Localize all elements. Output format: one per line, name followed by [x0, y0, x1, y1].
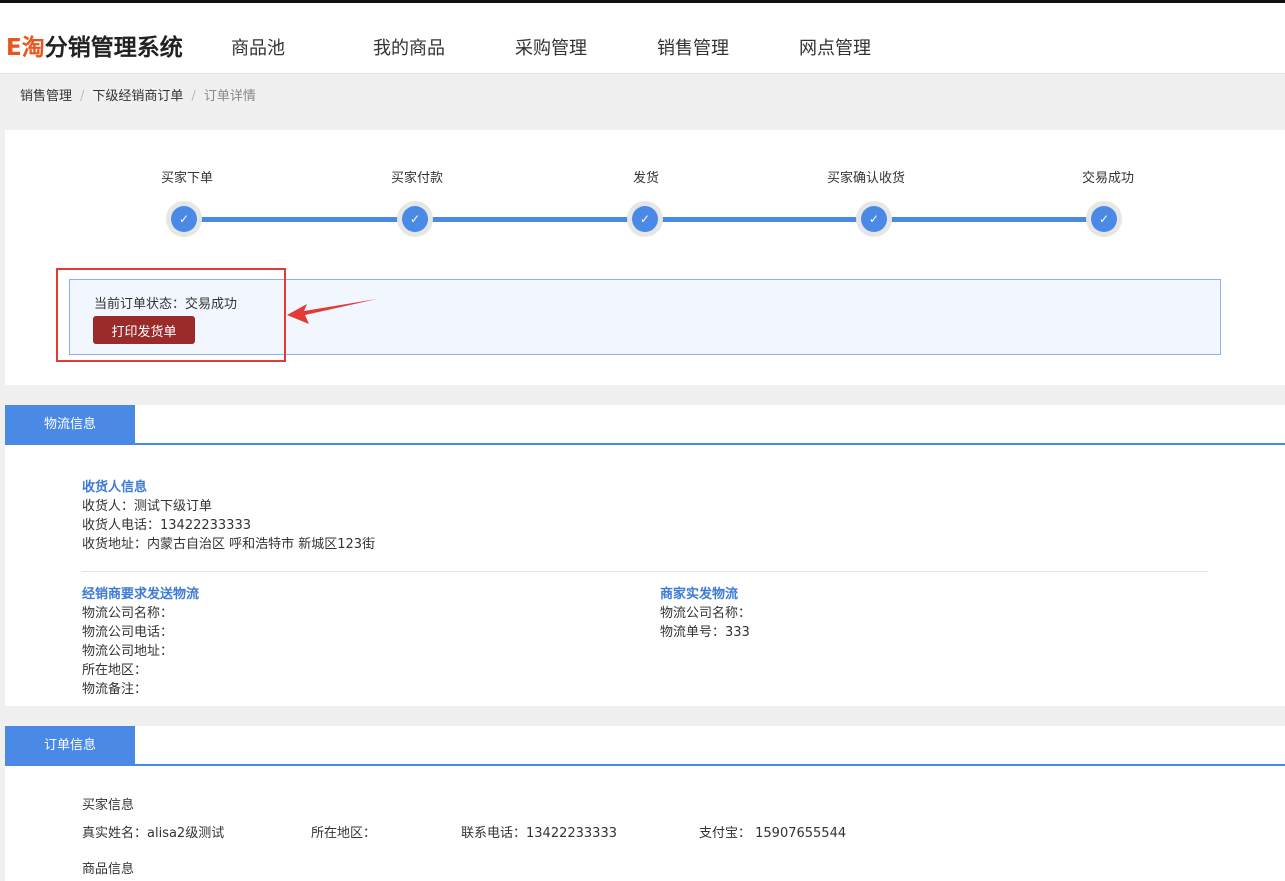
receiver-phone: 收货人电话：13422233333 — [82, 518, 251, 533]
nav-item-my-products[interactable]: 我的商品 — [373, 34, 445, 60]
order-info-panel: 订单信息 买家信息 真实姓名：alisa2级测试 所在地区： 联系电话：1342… — [5, 726, 1285, 881]
step-dot-paid: ✓ — [397, 201, 433, 237]
order-progress-panel: 买家下单 买家付款 发货 买家确认收货 交易成功 ✓ ✓ ✓ ✓ ✓ 当前订单状… — [5, 130, 1285, 385]
breadcrumb-sub-orders[interactable]: 下级经销商订单 — [92, 89, 183, 104]
nav-item-outlets[interactable]: 网点管理 — [799, 34, 871, 60]
check-icon: ✓ — [1091, 206, 1117, 232]
logistics-panel: 物流信息 收货人信息 收货人：测试下级订单 收货人电话：13422233333 … — [5, 405, 1285, 706]
dealer-logistics-region: 所在地区： — [82, 663, 148, 678]
buyer-real-name: 真实姓名：alisa2级测试 — [82, 826, 225, 841]
tab-logistics[interactable]: 物流信息 — [5, 405, 135, 445]
dealer-logistics-company-phone: 物流公司电话： — [82, 625, 174, 640]
breadcrumb-current: 订单详情 — [203, 89, 256, 104]
nav-item-product-pool[interactable]: 商品池 — [231, 34, 285, 60]
buyer-alipay: 支付宝： 15907655544 — [699, 826, 847, 841]
receiver-address: 收货地址：内蒙古自治区 呼和浩特市 新城区123街 — [82, 537, 376, 552]
step-label-order-placed: 买家下单 — [160, 171, 214, 186]
dealer-logistics-company-address: 物流公司地址： — [82, 644, 174, 659]
highlight-frame — [56, 268, 286, 362]
merchant-tracking-number: 物流单号：333 — [660, 625, 750, 640]
buyer-info-title: 买家信息 — [82, 798, 135, 813]
check-icon: ✓ — [632, 206, 658, 232]
check-icon: ✓ — [402, 206, 428, 232]
step-dot-order-placed: ✓ — [166, 201, 202, 237]
buyer-phone: 联系电话：13422233333 — [461, 826, 617, 841]
logo-e-tao: E淘 — [6, 35, 45, 61]
step-label-received: 买家确认收货 — [826, 171, 906, 186]
step-label-paid: 买家付款 — [390, 171, 444, 186]
app-logo[interactable]: E淘分销管理系统 — [6, 28, 183, 62]
nav-item-purchase[interactable]: 采购管理 — [515, 34, 587, 60]
breadcrumb-sales[interactable]: 销售管理 — [20, 89, 72, 104]
dealer-logistics-title: 经销商要求发送物流 — [82, 587, 200, 602]
receiver-info-title: 收货人信息 — [82, 480, 148, 495]
step-dot-shipped: ✓ — [627, 201, 663, 237]
step-dot-completed: ✓ — [1086, 201, 1122, 237]
check-icon: ✓ — [861, 206, 887, 232]
section-divider — [82, 571, 1208, 572]
top-header: E淘分销管理系统 商品池 我的商品 采购管理 销售管理 网点管理 — [0, 3, 1285, 74]
check-icon: ✓ — [171, 206, 197, 232]
tab-order-info[interactable]: 订单信息 — [5, 726, 135, 766]
logistics-section-header: 物流信息 — [5, 405, 1285, 445]
dealer-logistics-company-name: 物流公司名称： — [82, 606, 174, 621]
goods-info-title: 商品信息 — [82, 862, 135, 877]
annotation-arrow-icon — [287, 299, 377, 324]
step-label-completed: 交易成功 — [1081, 171, 1135, 186]
nav-item-sales[interactable]: 销售管理 — [657, 34, 729, 60]
step-label-shipped: 发货 — [632, 171, 660, 186]
dealer-logistics-remark: 物流备注： — [82, 682, 148, 697]
step-dot-received: ✓ — [856, 201, 892, 237]
order-section-header: 订单信息 — [5, 726, 1285, 766]
breadcrumb: 销售管理 / 下级经销商订单 / 订单详情 — [20, 85, 256, 104]
merchant-logistics-company-name: 物流公司名称： — [660, 606, 752, 621]
receiver-name: 收货人：测试下级订单 — [82, 499, 213, 514]
breadcrumb-separator: / — [80, 89, 85, 104]
breadcrumb-separator: / — [191, 89, 196, 104]
merchant-logistics-title: 商家实发物流 — [660, 587, 739, 602]
logo-title: 分销管理系统 — [44, 35, 183, 61]
buyer-region: 所在地区： — [311, 826, 377, 841]
